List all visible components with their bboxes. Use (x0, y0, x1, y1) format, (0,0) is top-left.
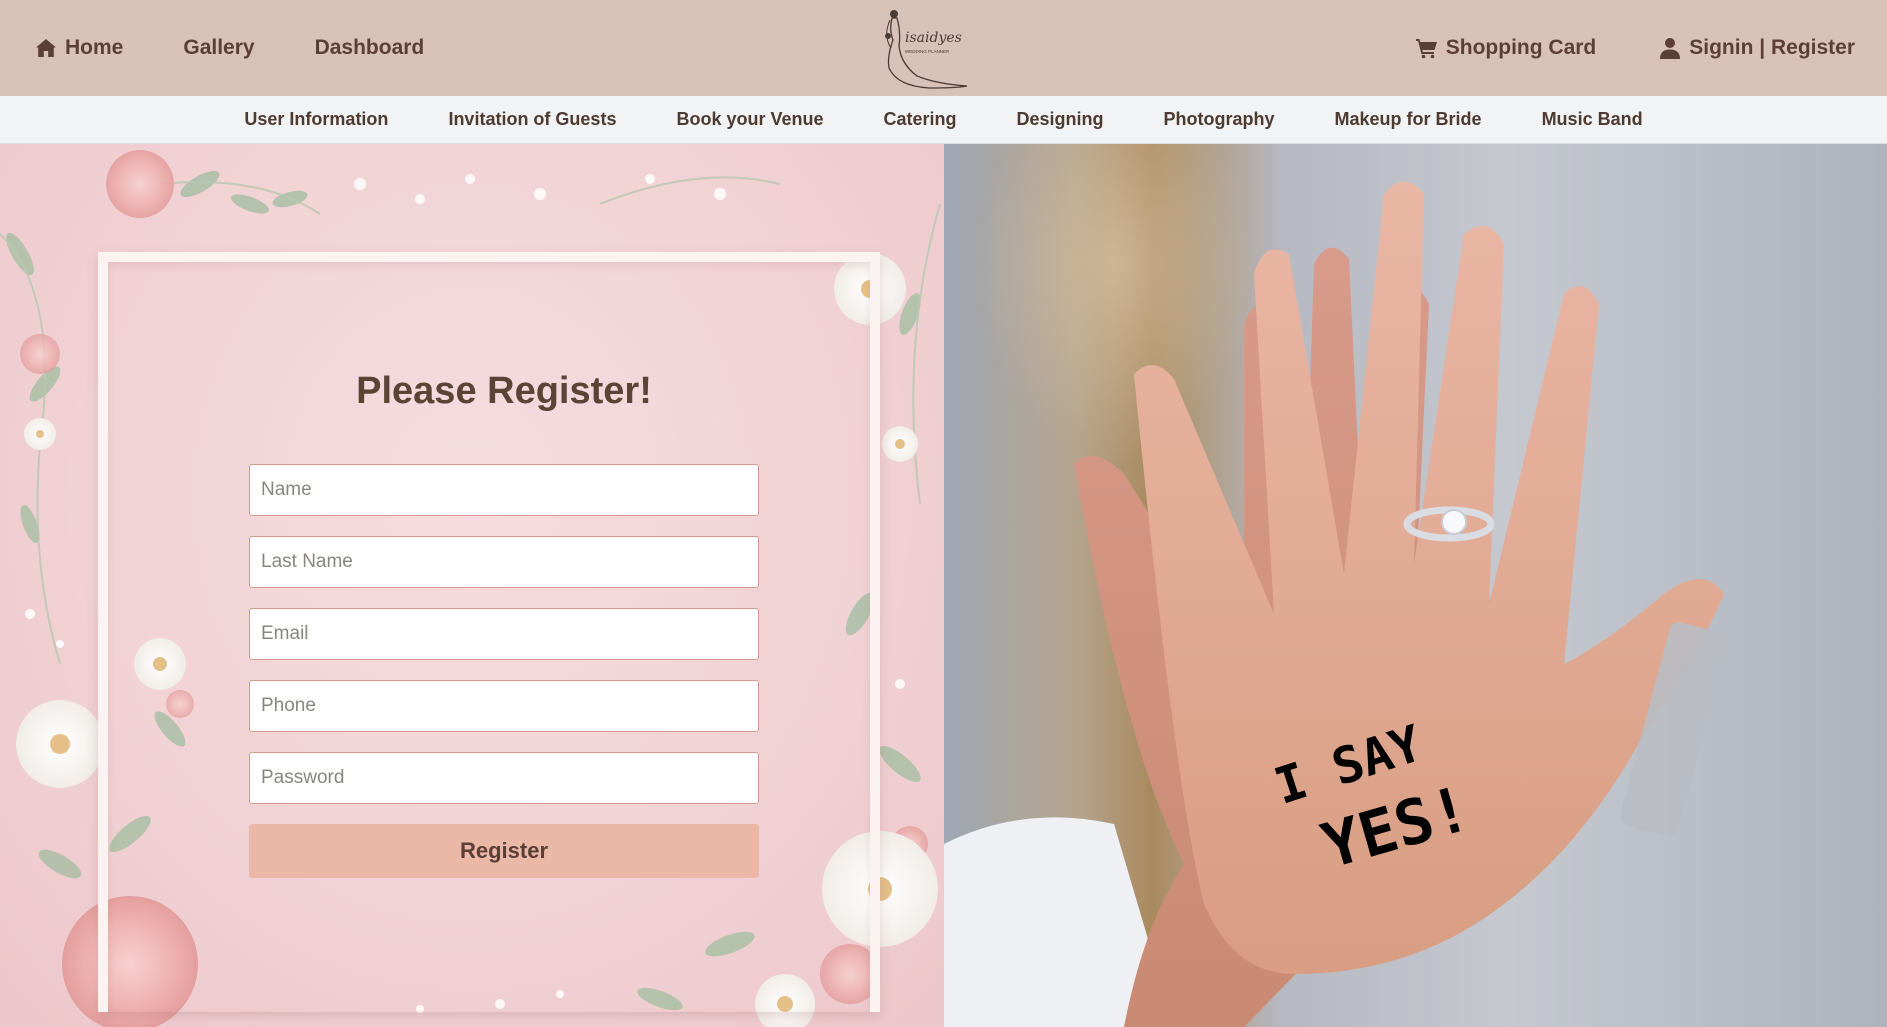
subnav-item-makeup-for-bride[interactable]: Makeup for Bride (1335, 109, 1482, 130)
register-button[interactable]: Register (249, 824, 759, 878)
cart-icon (1415, 39, 1437, 59)
brand-logo[interactable]: isaidyes WEDDING PLANNER (877, 6, 969, 90)
nav-gallery-label: Gallery (183, 36, 255, 59)
nav-dashboard-label: Dashboard (314, 36, 425, 59)
shopping-cart-link[interactable]: Shopping Card (1415, 36, 1597, 60)
header-nav-right: Shopping Card Signin | Register (1415, 0, 1855, 96)
nav-dashboard-link[interactable]: Dashboard (315, 36, 425, 60)
password-input[interactable] (249, 752, 759, 804)
top-header: Home Gallery Dashboard isaidyes WEDDING … (0, 0, 1887, 96)
home-icon (36, 39, 56, 57)
services-nav: User Information Invitation of Guests Bo… (0, 96, 1887, 144)
logo-subtext: WEDDING PLANNER (905, 49, 950, 54)
name-input[interactable] (249, 464, 759, 516)
subnav-item-music-band[interactable]: Music Band (1542, 109, 1643, 130)
header-nav-left: Home Gallery Dashboard (34, 0, 424, 96)
hero-photo: I SAY YES! (944, 144, 1887, 1027)
register-form: Register (249, 464, 759, 878)
subnav-item-catering[interactable]: Catering (884, 109, 957, 130)
subnav-item-invitation-of-guests[interactable]: Invitation of Guests (448, 109, 616, 130)
logo-text: isaidyes (905, 30, 962, 46)
nav-home-label: Home (65, 36, 124, 59)
phone-input[interactable] (249, 680, 759, 732)
subnav-item-user-information[interactable]: User Information (244, 109, 388, 130)
subnav-item-book-your-venue[interactable]: Book your Venue (676, 109, 823, 130)
hands-photo-image: I SAY YES! (944, 144, 1728, 1027)
signin-register-link[interactable]: Signin | Register (1658, 36, 1855, 60)
email-input[interactable] (249, 608, 759, 660)
register-title: Please Register! (356, 370, 652, 412)
register-panel: Please Register! Register (0, 144, 944, 1027)
nav-gallery-link[interactable]: Gallery (183, 36, 254, 60)
last-name-input[interactable] (249, 536, 759, 588)
nav-home-link[interactable]: Home (34, 36, 123, 60)
signin-register-label: Signin | Register (1689, 36, 1855, 59)
shopping-cart-label: Shopping Card (1445, 36, 1597, 59)
subnav-item-designing[interactable]: Designing (1017, 109, 1104, 130)
user-icon (1660, 38, 1681, 59)
subnav-item-photography[interactable]: Photography (1164, 109, 1275, 130)
